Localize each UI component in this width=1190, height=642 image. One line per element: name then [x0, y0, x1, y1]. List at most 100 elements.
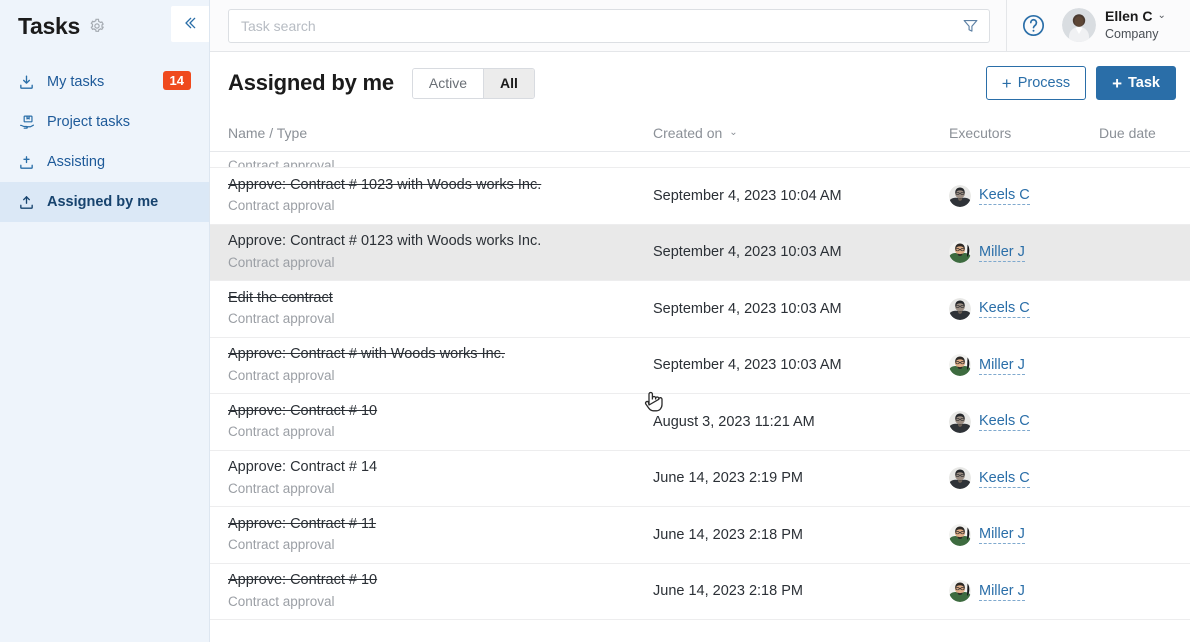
task-name[interactable]: Approve: Contract # 1023 with Woods work… [228, 176, 653, 196]
download-tray-icon [18, 74, 40, 91]
task-type: Contract approval [228, 254, 335, 270]
user-name-row: Ellen C ⌄ [1105, 8, 1166, 25]
user-menu[interactable]: Ellen C ⌄ Company [1062, 8, 1166, 44]
tray-plus-icon [18, 154, 40, 171]
cell-created-on: August 3, 2023 11:21 AM [653, 413, 815, 430]
top-bar: Ellen C ⌄ Company [210, 0, 1190, 52]
task-name[interactable]: Approve: Contract # 10 [228, 402, 653, 422]
sidebar-collapse-button[interactable] [171, 6, 209, 42]
sidebar-item-assigned-by-me[interactable]: Assigned by me [0, 182, 209, 222]
task-name[interactable]: Approve: Contract # 10 [228, 571, 653, 591]
hand-holding-box-icon [18, 114, 40, 131]
cell-executors: Miller J [949, 523, 1099, 546]
cell-name-type: Approve: Contract # 11 Contract approval [228, 515, 653, 555]
task-name[interactable]: Approve: Contract # 0123 with Woods work… [228, 232, 653, 252]
funnel-filter-icon[interactable] [956, 17, 979, 34]
column-label: Name / Type [228, 124, 308, 141]
table-body: Contract approval Approve: Contract # 10… [210, 152, 1190, 620]
executor-name-link[interactable]: Miller J [979, 582, 1025, 601]
table-row[interactable]: Approve: Contract # 0123 with Woods work… [210, 224, 1190, 281]
table-row[interactable]: Edit the contract Contract approval Septem… [210, 281, 1190, 338]
sidebar-item-label: Assisting [47, 154, 106, 170]
sidebar-item-label: Assigned by me [47, 194, 159, 210]
sidebar: Tasks My tasks 14 Project tasks Assistin… [0, 0, 210, 642]
task-name[interactable]: Approve: Contract # 14 [228, 458, 653, 478]
executor-name-link[interactable]: Miller J [979, 243, 1025, 262]
task-name[interactable]: Edit the contract [228, 289, 653, 309]
column-label: Executors [949, 124, 1012, 141]
table-row[interactable]: Approve: Contract # 11 Contract approval J… [210, 507, 1190, 564]
task-type: Contract approval [228, 480, 335, 496]
executor-avatar [949, 241, 971, 264]
cell-created-on: June 14, 2023 2:18 PM [653, 583, 803, 600]
cell-executors: Keels C [949, 184, 1099, 207]
executor-name-link[interactable]: Keels C [979, 299, 1030, 319]
sidebar-item-my-tasks[interactable]: My tasks 14 [0, 62, 209, 102]
tasks-table: Name / Type Created on ⌄ Executors Due d… [210, 114, 1190, 642]
executor-name-link[interactable]: Keels C [979, 412, 1030, 432]
table-row[interactable]: Approve: Contract # 10 Contract approval A… [210, 394, 1190, 451]
tab-active[interactable]: Active [412, 68, 484, 98]
task-type: Contract approval [228, 593, 335, 609]
tab-all[interactable]: All [483, 68, 534, 98]
user-name: Ellen C [1105, 7, 1153, 24]
cell-executors: Miller J [949, 241, 1099, 264]
gear-icon[interactable] [89, 18, 105, 34]
table-row[interactable]: Approve: Contract # 14 Contract approval J… [210, 451, 1190, 507]
task-type: Contract approval [228, 367, 335, 383]
executor-name-link[interactable]: Keels C [979, 469, 1030, 488]
add-process-label: Process [1017, 75, 1071, 91]
task-type: Contract approval [228, 311, 335, 327]
cell-executors: Keels C [949, 467, 1099, 490]
cell-name-type: Approve: Contract # 1023 with Woods work… [228, 176, 653, 216]
executor-avatar [949, 410, 971, 433]
add-task-label: Task [1128, 75, 1160, 91]
plus-icon: + [1112, 73, 1123, 93]
plus-icon: + [1001, 73, 1012, 93]
add-process-button[interactable]: + Process [985, 66, 1087, 100]
sidebar-item-assisting[interactable]: Assisting [0, 142, 209, 182]
search-input[interactable] [241, 17, 956, 34]
task-type: Contract approval [228, 424, 335, 440]
app-root: Tasks My tasks 14 Project tasks Assistin… [0, 0, 1190, 642]
cell-created-on: September 4, 2023 10:04 AM [653, 187, 842, 204]
task-search-container[interactable] [228, 8, 990, 43]
sidebar-item-project-tasks[interactable]: Project tasks [0, 102, 209, 142]
upload-tray-icon [18, 194, 40, 211]
column-label: Due date [1099, 124, 1156, 141]
cell-created-on: September 4, 2023 10:03 AM [653, 244, 842, 261]
column-header-created-on[interactable]: Created on ⌄ [653, 125, 949, 141]
cell-created-on: September 4, 2023 10:03 AM [653, 357, 842, 374]
column-header-name-type: Name / Type [228, 125, 653, 141]
avatar [1062, 8, 1096, 43]
task-type: Contract approval [228, 537, 335, 553]
executor-avatar [949, 184, 971, 207]
table-row[interactable]: Approve: Contract # 1023 with Woods work… [210, 168, 1190, 225]
task-name[interactable]: Approve: Contract # 11 [228, 515, 653, 535]
user-org: Company [1105, 27, 1159, 42]
question-circle-icon[interactable] [1021, 13, 1046, 38]
chevron-double-left-icon [181, 15, 199, 34]
sidebar-item-label: My tasks [47, 74, 105, 90]
user-meta: Ellen C ⌄ Company [1105, 8, 1166, 44]
cell-executors: Keels C [949, 410, 1099, 433]
cell-name-type: Approve: Contract # 10 Contract approval [228, 402, 653, 442]
topbar-divider [1006, 0, 1007, 52]
my-tasks-count-badge: 14 [162, 71, 191, 90]
executor-name-link[interactable]: Miller J [979, 525, 1025, 545]
add-task-button[interactable]: + Task [1096, 66, 1176, 100]
table-row[interactable]: Approve: Contract # 10 Contract approval J… [210, 564, 1190, 620]
task-name[interactable]: Approve: Contract # with Woods works Inc… [228, 345, 653, 365]
executor-name-link[interactable]: Keels C [979, 186, 1030, 206]
cell-created-on: September 4, 2023 10:03 AM [653, 300, 842, 317]
executor-avatar [949, 580, 971, 603]
column-label: Created on [653, 124, 723, 141]
column-header-due-date: Due date [1099, 125, 1176, 141]
column-header-executors: Executors [949, 125, 1099, 141]
executor-name-link[interactable]: Miller J [979, 356, 1025, 375]
page-title: Assigned by me [228, 70, 394, 95]
sort-chevron-down-icon: ⌄ [729, 127, 738, 138]
table-row[interactable]: Approve: Contract # with Woods works Inc… [210, 338, 1190, 394]
table-row-partial[interactable]: Contract approval [210, 152, 1190, 168]
executor-avatar [949, 467, 971, 490]
